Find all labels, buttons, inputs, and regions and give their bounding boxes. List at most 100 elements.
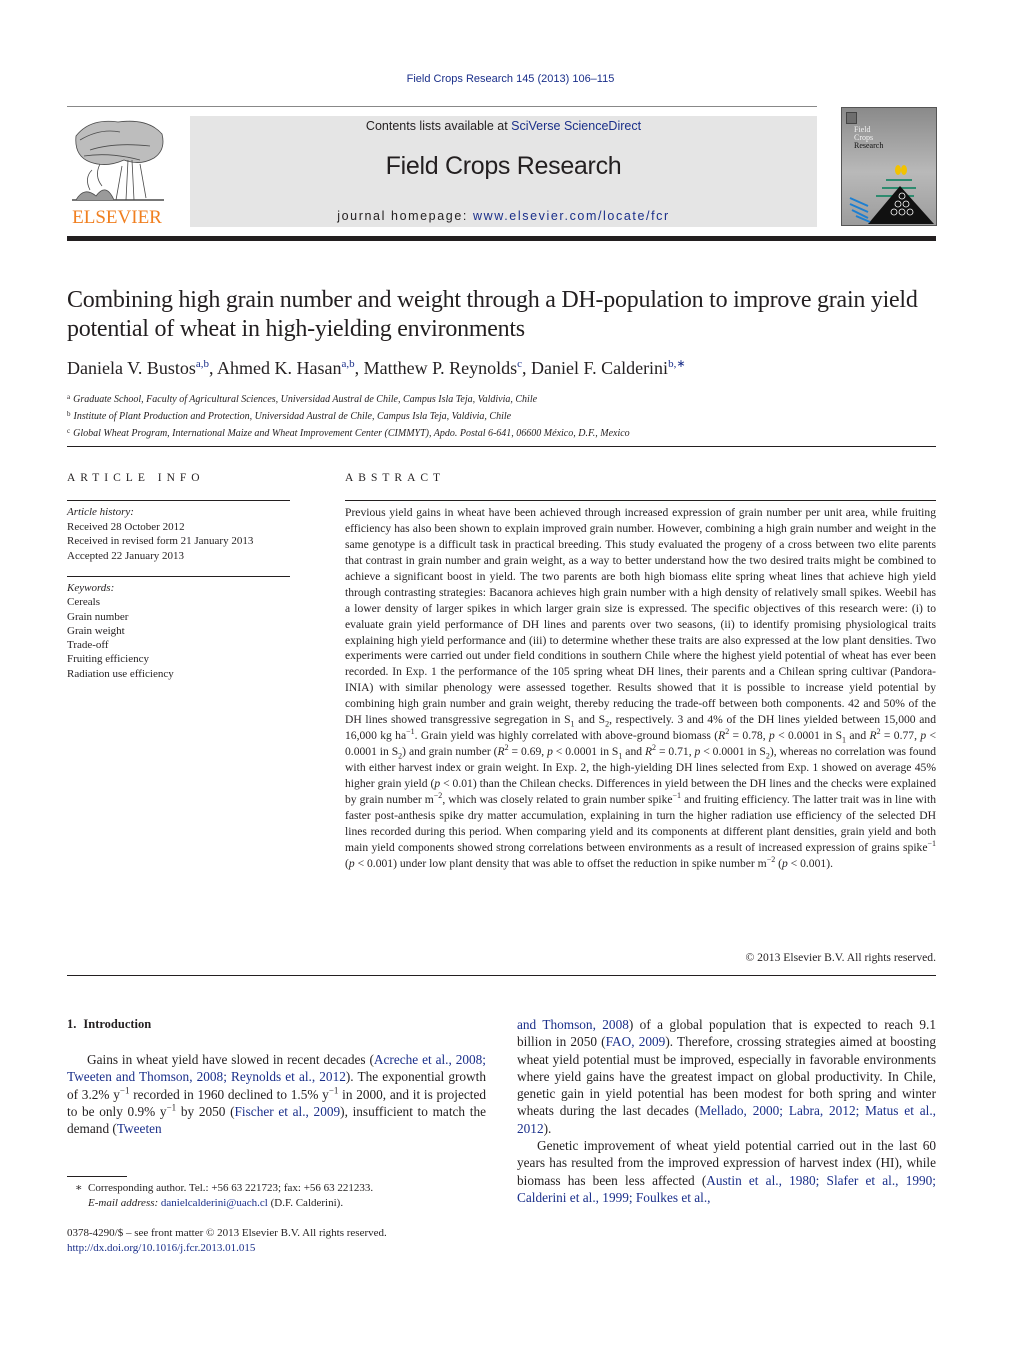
author[interactable]: Daniela V. Bustosa,b, xyxy=(67,358,217,378)
author-name[interactable]: Ahmed K. Hasan xyxy=(217,358,341,378)
keywords-label: Keywords: xyxy=(67,582,115,594)
affiliations: a Graduate School, Faculty of Agricultura… xyxy=(67,390,947,441)
body-text: ). xyxy=(543,1120,552,1136)
author-separator: , xyxy=(522,358,532,378)
superscript: −1 xyxy=(166,1102,177,1113)
issn-line: 0378-4290/$ – see front matter © 2013 El… xyxy=(67,1227,387,1239)
email-link[interactable]: danielcalderini@uach.cl xyxy=(161,1197,268,1209)
italic-symbol: R xyxy=(869,729,877,743)
author-separator: , xyxy=(208,358,217,378)
footnote-rule xyxy=(67,1176,127,1177)
abstract-run: = 0.71, xyxy=(656,745,695,759)
article-title: Combining high grain number and weight t… xyxy=(67,287,918,342)
author-affiliation-marker[interactable]: b,∗ xyxy=(668,358,685,370)
superscript: −1 xyxy=(672,791,682,801)
elsevier-wordmark: ELSEVIER xyxy=(72,207,162,228)
abstract-run: ( xyxy=(775,856,782,870)
abstract-run: Previous yield gains in wheat have been … xyxy=(345,506,936,727)
footnotes: ∗ Corresponding author. Tel.: +56 63 221… xyxy=(67,1181,497,1210)
citation-link[interactable]: Fischer et al., 2009 xyxy=(235,1104,341,1119)
paragraph: Genetic improvement of wheat yield poten… xyxy=(517,1137,936,1206)
article-history: Article history: Received 28 October 201… xyxy=(67,505,292,563)
sciencedirect-link[interactable]: SciVerse ScienceDirect xyxy=(511,119,641,133)
email-note: E-mail address: danielcalderini@uach.cl … xyxy=(67,1196,497,1211)
citation-link[interactable]: FAO, 2009 xyxy=(606,1034,666,1049)
italic-symbol: R xyxy=(644,745,653,759)
author-name[interactable]: Daniel F. Calderini xyxy=(531,358,668,378)
italic-symbol: R xyxy=(497,745,505,759)
abstract-run: = 0.77, xyxy=(880,729,921,743)
elsevier-logo[interactable]: ELSEVIER xyxy=(66,116,168,228)
citation-link[interactable]: and Thomson, 2008 xyxy=(517,1017,629,1032)
journal-title: Field Crops Research xyxy=(385,152,622,180)
body-text: recorded in 1960 declined to 1.5% y xyxy=(129,1086,329,1102)
journal-masthead: Contents lists available at SciVerse Sci… xyxy=(190,116,817,227)
superscript: −1 xyxy=(328,1085,339,1096)
affiliation-key: a xyxy=(67,393,71,401)
affiliation-text: Institute of Plant Production and Protec… xyxy=(73,411,512,422)
keyword-item: Cereals xyxy=(67,596,100,609)
author-list: Daniela V. Bustosa,b, Ahmed K. Hasana,b,… xyxy=(67,357,947,379)
cover-artwork-icon xyxy=(849,165,934,224)
title-block-rule xyxy=(67,446,936,447)
issn-block: 0378-4290/$ – see front matter © 2013 El… xyxy=(67,1226,387,1255)
abstract-run: and xyxy=(846,729,870,743)
affiliation-item: a Graduate School, Faculty of Agricultura… xyxy=(67,390,947,407)
abstract-run: < 0.001). xyxy=(787,856,833,870)
abstract-run: = 0.78, xyxy=(729,729,769,743)
keywords-rule xyxy=(67,576,290,577)
body-text: Gains in wheat yield have slowed in rece… xyxy=(87,1052,374,1067)
email-suffix: (D.F. Calderini). xyxy=(267,1196,344,1209)
header-rule xyxy=(67,106,817,107)
doi-link[interactable]: http://dx.doi.org/10.1016/j.fcr.2013.01.… xyxy=(67,1242,255,1254)
article-info-heading: ARTICLE INFO xyxy=(67,472,205,484)
elsevier-tree-icon xyxy=(72,120,164,201)
intro-right-column: and Thomson, 2008) of a global populatio… xyxy=(517,1016,936,1206)
abstract-run: < 0.0001 in S xyxy=(700,745,766,759)
intro-left-column: Gains in wheat yield have slowed in rece… xyxy=(67,1051,486,1137)
affiliation-key: c xyxy=(67,427,71,435)
abstract-run: < 0.001) under low plant density that wa… xyxy=(354,856,767,870)
author-affiliation-marker[interactable]: a,b xyxy=(196,358,209,370)
keyword-item: Trade-off xyxy=(67,639,109,652)
journal-homepage-link[interactable]: www.elsevier.com/locate/fcr xyxy=(473,209,670,223)
author[interactable]: Daniel F. Calderinib,∗ xyxy=(531,358,686,378)
abstract-rule xyxy=(345,500,936,501)
author-name[interactable]: Daniela V. Bustos xyxy=(67,358,196,378)
superscript: −1 xyxy=(406,727,415,737)
body-text: by 2050 ( xyxy=(176,1103,235,1119)
citation-link[interactable]: Tweeten xyxy=(117,1121,162,1136)
abstract-bottom-rule xyxy=(67,975,936,976)
keyword-item: Fruiting efficiency xyxy=(67,653,149,666)
header-thick-rule xyxy=(67,236,936,241)
affiliation-text: Global Wheat Program, International Maiz… xyxy=(73,428,630,439)
author[interactable]: Ahmed K. Hasana,b, xyxy=(217,358,364,378)
contents-line: Contents lists available at SciVerse Sci… xyxy=(190,119,817,133)
affiliation-text: Graduate School, Faculty of Agricultural… xyxy=(73,394,538,405)
section-heading-introduction: 1. Introduction xyxy=(67,1017,151,1032)
affiliation-key: b xyxy=(67,410,71,418)
author-separator: , xyxy=(354,358,364,378)
corresponding-author-text: Corresponding author. Tel.: +56 63 22172… xyxy=(87,1182,374,1194)
abstract-run: and xyxy=(622,745,645,759)
keywords: Keywords: Cereals Grain number Grain wei… xyxy=(67,581,292,681)
journal-cover-thumbnail[interactable]: Field Crops Research xyxy=(841,107,937,226)
abstract-copyright: © 2013 Elsevier B.V. All rights reserved… xyxy=(745,951,936,964)
keyword-item: Radiation use efficiency xyxy=(67,667,174,680)
abstract-heading: ABSTRACT xyxy=(345,472,446,484)
abstract-text: Previous yield gains in wheat have been … xyxy=(345,505,936,872)
article-history-label: Article history: xyxy=(67,506,134,518)
history-item: Accepted 22 January 2013 xyxy=(67,549,184,562)
journal-citation[interactable]: Field Crops Research 145 (2013) 106–115 xyxy=(0,73,1021,85)
author-affiliation-marker[interactable]: a,b xyxy=(341,358,354,370)
affiliation-item: c Global Wheat Program, International Mai… xyxy=(67,424,947,441)
history-item: Received 28 October 2012 xyxy=(67,520,185,533)
contents-prefix: Contents lists available at xyxy=(365,119,512,133)
author[interactable]: Matthew P. Reynoldsc, xyxy=(364,358,531,378)
corresponding-author-note: ∗ Corresponding author. Tel.: +56 63 221… xyxy=(67,1181,497,1196)
abstract-run: and S xyxy=(574,713,606,727)
article-info-rule xyxy=(67,500,290,501)
homepage-prefix: journal homepage: xyxy=(337,209,474,223)
abstract-run: , which was closely related to grain num… xyxy=(442,792,673,806)
author-name[interactable]: Matthew P. Reynolds xyxy=(364,358,518,378)
